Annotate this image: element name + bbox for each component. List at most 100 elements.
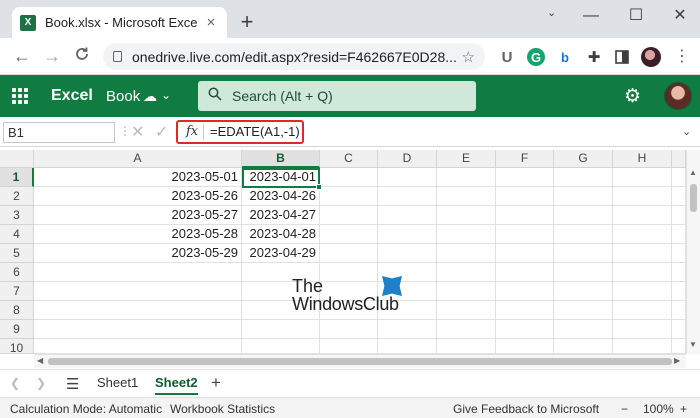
cell[interactable] [613,225,672,244]
column-header-h[interactable]: H [613,150,672,168]
cell[interactable] [437,301,496,320]
cell[interactable] [613,187,672,206]
reload-button[interactable] [70,44,94,68]
cell[interactable] [554,282,613,301]
cell[interactable] [554,206,613,225]
cell[interactable] [496,263,554,282]
tab-search-chevron-icon[interactable]: ⌄ [547,6,556,19]
cell[interactable]: 2023-04-27 [242,206,320,225]
cell[interactable] [496,282,554,301]
cell[interactable] [437,320,496,339]
all-sheets-menu-icon[interactable]: ☰ [66,375,79,393]
cell[interactable] [496,187,554,206]
cell[interactable]: 2023-05-26 [34,187,242,206]
scroll-down-icon[interactable]: ▼ [689,340,697,349]
row-header-6[interactable]: 6 [0,263,34,282]
cell[interactable] [378,206,437,225]
cell[interactable] [672,244,686,263]
insert-function-icon[interactable]: fx [186,124,198,139]
cell[interactable] [320,225,378,244]
minimize-button[interactable]: — [576,4,606,28]
enter-check-icon[interactable]: ✓ [155,122,168,142]
column-header-d[interactable]: D [378,150,437,168]
grammarly-icon[interactable]: G [527,48,545,66]
formula-input[interactable]: =EDATE(A1,-1) [210,124,300,139]
column-header-c[interactable]: C [320,150,378,168]
window-close-button[interactable]: ✕ [665,4,695,28]
back-button[interactable]: ← [10,44,34,68]
cloud-saved-icon[interactable]: ☁ [143,88,157,105]
bing-icon[interactable]: b [556,48,574,66]
cell[interactable] [554,320,613,339]
row-header-8[interactable]: 8 [0,301,34,320]
side-panel-icon[interactable] [613,48,631,66]
cell[interactable] [672,282,686,301]
browser-menu-icon[interactable]: ⋮ [674,46,690,66]
cell[interactable] [320,339,378,354]
cell[interactable] [437,206,496,225]
cell[interactable] [34,320,242,339]
cell[interactable] [554,244,613,263]
cell[interactable] [613,206,672,225]
cell[interactable] [378,225,437,244]
add-sheet-button[interactable]: + [211,373,221,393]
cell[interactable] [672,301,686,320]
cell[interactable] [378,339,437,354]
cell[interactable] [554,301,613,320]
gear-icon[interactable]: ⚙ [624,85,641,108]
row-header-1[interactable]: 1 [0,168,34,187]
cell[interactable]: 2023-04-29 [242,244,320,263]
browser-tab[interactable]: X Book.xlsx - Microsoft Excel Online × [12,7,227,38]
column-header-g[interactable]: G [554,150,613,168]
cell[interactable] [672,187,686,206]
cell[interactable] [496,339,554,354]
cell[interactable] [672,339,686,354]
sheet-tab-sheet1[interactable]: Sheet1 [97,375,138,390]
cell[interactable] [554,187,613,206]
fill-handle[interactable] [316,184,322,190]
new-tab-button[interactable]: + [236,9,258,35]
extensions-puzzle-icon[interactable]: ✚ [585,48,603,66]
sheet-scroll-left-icon[interactable]: ❮ [10,376,20,390]
row-header-2[interactable]: 2 [0,187,34,206]
cell[interactable] [496,206,554,225]
cell[interactable] [672,263,686,282]
cell[interactable] [613,168,672,187]
cell[interactable] [437,263,496,282]
scroll-up-icon[interactable]: ▲ [689,168,697,177]
cell[interactable] [437,225,496,244]
cell[interactable] [554,225,613,244]
cell[interactable]: 2023-05-29 [34,244,242,263]
cell[interactable] [613,263,672,282]
cell[interactable] [320,168,378,187]
cell[interactable] [554,339,613,354]
workbook-name[interactable]: Book [106,88,140,105]
cell[interactable] [554,263,613,282]
column-header-a[interactable]: A [34,150,242,168]
cell[interactable] [437,339,496,354]
cell[interactable] [437,187,496,206]
row-header-9[interactable]: 9 [0,320,34,339]
row-header-10[interactable]: 10 [0,339,34,355]
cell[interactable] [496,225,554,244]
active-cell-b1[interactable] [242,168,322,190]
vertical-scrollbar[interactable]: ▲ ▼ [686,150,700,354]
cell[interactable] [496,301,554,320]
cell[interactable]: 2023-05-27 [34,206,242,225]
cell[interactable] [437,282,496,301]
app-launcher-icon[interactable] [12,88,28,104]
cell[interactable] [378,168,437,187]
cell[interactable] [437,168,496,187]
expand-formula-bar-icon[interactable]: ⌄ [682,125,691,138]
cell[interactable]: 2023-05-28 [34,225,242,244]
cell[interactable] [34,339,242,354]
cell[interactable]: 2023-04-28 [242,225,320,244]
cell[interactable] [672,168,686,187]
scroll-left-icon[interactable]: ◀ [37,356,43,365]
cell[interactable] [613,244,672,263]
calculation-mode[interactable]: Calculation Mode: Automatic [10,402,162,416]
cell[interactable] [613,301,672,320]
column-header-b[interactable]: B [242,150,320,168]
sheet-tab-sheet2[interactable]: Sheet2 [155,375,198,395]
worksheet-grid[interactable]: A B C D E F G H 1 2 3 4 5 6 7 8 9 10 202… [0,150,686,355]
